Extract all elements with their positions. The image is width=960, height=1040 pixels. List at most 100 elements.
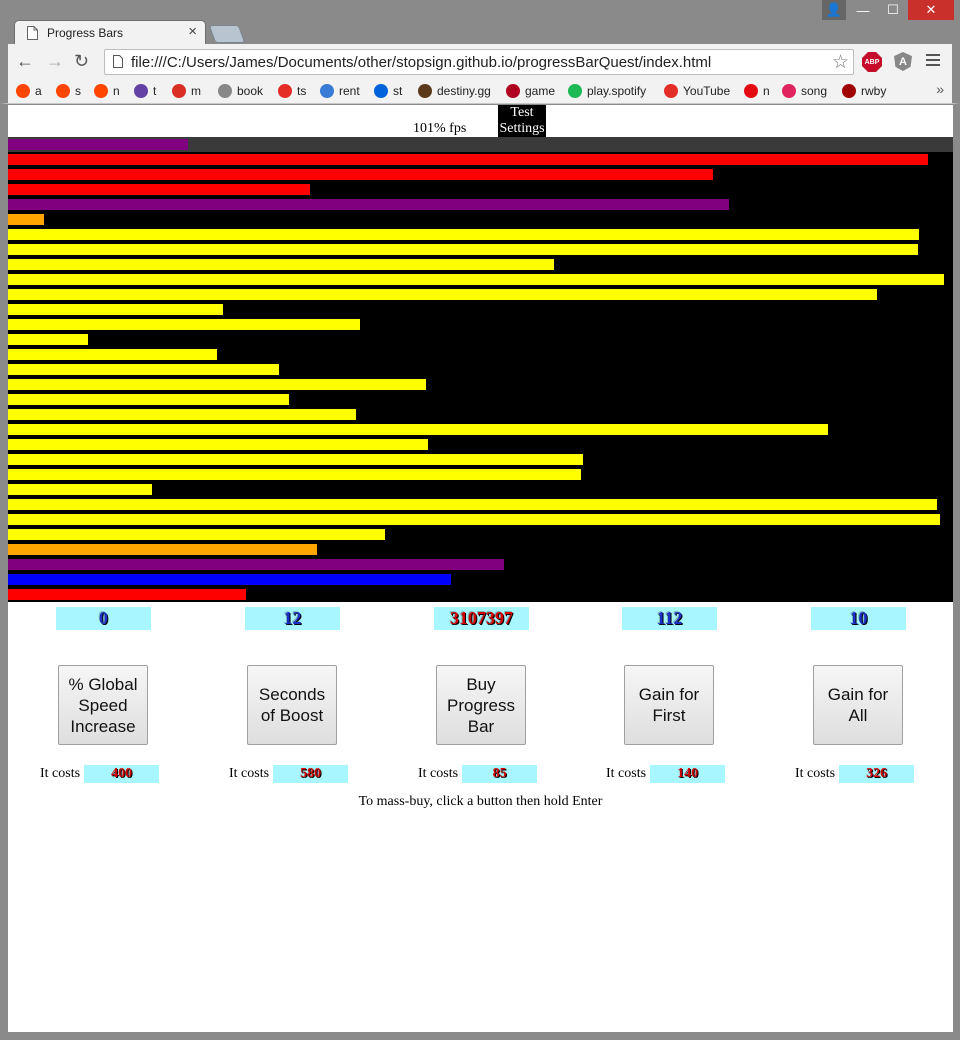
stat-value: 0 [56, 607, 151, 630]
bookmark-label: s [75, 84, 81, 98]
upgrade-button[interactable]: Buy Progress Bar [436, 665, 526, 745]
cost-row: It costs 580 [229, 765, 349, 783]
avatar-icon [418, 84, 432, 98]
cost-value: 580 [273, 765, 349, 783]
progress-bar [8, 154, 928, 165]
reddit-icon [16, 84, 30, 98]
flickr-icon [374, 84, 388, 98]
progress-bar [8, 304, 223, 315]
progress-bar [8, 139, 188, 150]
maximize-button[interactable]: ☐ [878, 0, 908, 20]
bookmark-item[interactable]: play.spotify [568, 82, 646, 100]
progress-bar [8, 259, 554, 270]
cost-value: 85 [462, 765, 538, 783]
upgrade-button[interactable]: Gain for All [813, 665, 903, 745]
progress-bar [8, 364, 279, 375]
test-settings-button[interactable]: Test Settings [498, 105, 546, 137]
bookmark-item[interactable]: ts [278, 82, 306, 100]
address-bar[interactable]: file:///C:/Users/James/Documents/other/s… [104, 49, 854, 75]
extension-icon[interactable]: A [894, 52, 912, 71]
bookmark-label: n [113, 84, 120, 98]
spotify-icon [568, 84, 582, 98]
progress-bar [8, 529, 385, 540]
profile-icon[interactable]: 👤 [822, 0, 846, 20]
twitch-icon [134, 84, 148, 98]
bookmark-label: m [191, 84, 201, 98]
cost-row: It costs 85 [418, 765, 538, 783]
bookmarks-bar: » a s n t m book ts rent st destiny.gg game play.sp… [0, 78, 960, 104]
bookmark-item[interactable]: book [218, 82, 263, 100]
bookmark-label: t [153, 84, 157, 98]
tab-title: Progress Bars [47, 26, 124, 40]
progress-bar [8, 334, 88, 345]
progress-bar [8, 409, 356, 420]
back-button[interactable]: ← [16, 51, 34, 71]
progress-bar [8, 499, 937, 510]
k-icon [506, 84, 520, 98]
bookmark-label: st [393, 84, 403, 98]
stat-value: 112 [622, 607, 717, 630]
youtube-icon [278, 84, 292, 98]
progress-bar [8, 274, 944, 285]
bookmark-item[interactable]: m [172, 82, 201, 100]
progress-bar [8, 424, 828, 435]
stat-value: 12 [245, 607, 340, 630]
progress-bar [8, 439, 428, 450]
adblock-icon[interactable]: ABP [862, 52, 882, 72]
progress-bar [8, 469, 581, 480]
upgrade-button[interactable]: % Global Speed Increase [58, 665, 148, 745]
bookmark-item[interactable]: YouTube [664, 82, 730, 100]
bookmark-label: n [763, 84, 770, 98]
cost-value: 326 [839, 765, 915, 783]
bookmark-label: rent [339, 84, 360, 98]
rwby-icon [842, 84, 856, 98]
bookmark-item[interactable]: t [134, 82, 156, 100]
reload-button[interactable]: ↻ [74, 51, 89, 71]
cost-row: It costs 140 [606, 765, 726, 783]
bookmark-item[interactable]: s [56, 82, 81, 100]
bookmark-item[interactable]: n [94, 82, 120, 100]
progress-bar [8, 244, 918, 255]
upgrade-button[interactable]: Seconds of Boost [247, 665, 337, 745]
chrome-menu-icon[interactable] [926, 54, 940, 69]
bookmark-label: YouTube [683, 84, 731, 98]
stat-value: 3107397 [434, 607, 529, 630]
title-bar: Progress Bars × 👤 — ☐ ✕ [0, 0, 960, 45]
progress-bar [8, 574, 451, 585]
stat-value: 10 [811, 607, 906, 630]
progress-bar [8, 484, 152, 495]
bookmark-label: game [525, 84, 556, 98]
bookmark-item[interactable]: rent [320, 82, 360, 100]
gmail-icon [172, 84, 186, 98]
cost-label: It costs [40, 766, 81, 781]
upgrade-button[interactable]: Gain for First [624, 665, 714, 745]
progress-bar [8, 544, 317, 555]
window-bottom-edge [0, 1032, 960, 1040]
bookmark-label: a [35, 84, 42, 98]
progress-bar [8, 394, 289, 405]
bookmark-item[interactable]: rwby [842, 82, 886, 100]
fps-readout: 101% fps [413, 121, 467, 136]
bookmarks-overflow-icon[interactable]: » [936, 81, 944, 97]
bookmark-star-icon[interactable]: ☆ [832, 51, 849, 74]
forward-button[interactable]: → [46, 51, 64, 71]
page-icon [113, 55, 123, 68]
url-text[interactable]: file:///C:/Users/James/Documents/other/s… [131, 54, 711, 71]
mass-buy-hint: To mass-buy, click a button then hold En… [358, 794, 603, 809]
browser-tab[interactable]: Progress Bars × [14, 20, 206, 45]
minimize-button[interactable]: — [848, 0, 878, 20]
netflix-icon [744, 84, 758, 98]
bookmark-item[interactable]: st [374, 82, 402, 100]
cost-label: It costs [606, 766, 647, 781]
progress-bar [8, 214, 44, 225]
bookmark-item[interactable]: song [782, 82, 827, 100]
close-button[interactable]: ✕ [908, 0, 954, 20]
bookmark-item[interactable]: n [744, 82, 770, 100]
bookmark-item[interactable]: game [506, 82, 555, 100]
page-icon [218, 84, 232, 98]
bookmark-item[interactable]: a [16, 82, 42, 100]
cost-label: It costs [418, 766, 459, 781]
new-tab-button[interactable] [208, 25, 246, 43]
bookmark-item[interactable]: destiny.gg [418, 82, 491, 100]
tab-close-icon[interactable]: × [188, 24, 197, 40]
